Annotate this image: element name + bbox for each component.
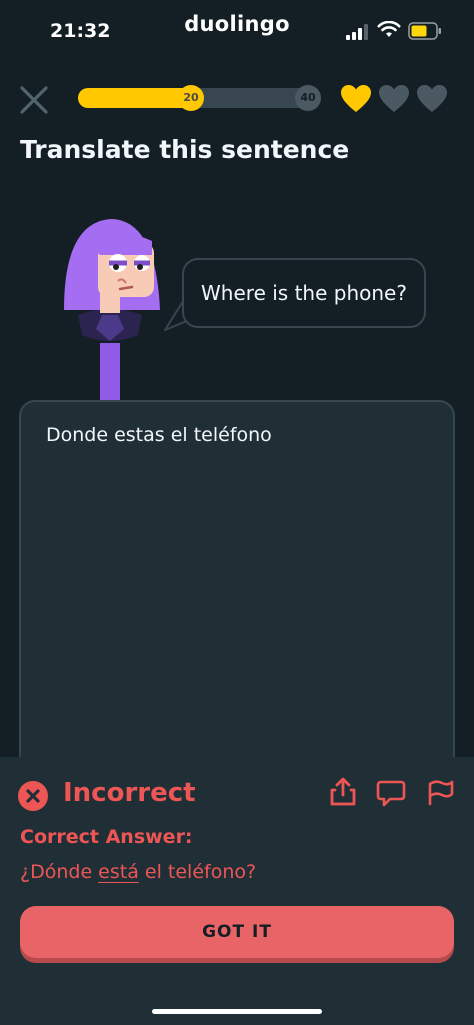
heart-empty-icon [417,85,447,112]
correct-answer-highlight: está [98,861,139,883]
incorrect-x-icon [18,781,48,811]
feedback-status: Incorrect [63,778,196,808]
lesson-progress-bar: 20 40 [78,85,321,111]
flag-icon[interactable] [426,778,454,806]
hearts [340,84,448,114]
speech-bubble[interactable]: Where is the phone? [182,258,426,328]
correct-answer-heading: Correct Answer: [20,826,193,848]
page-title: Translate this sentence [20,135,350,164]
heart-empty-icon [379,85,409,112]
got-it-button[interactable]: GOT IT [20,906,454,958]
signal-icon [346,24,368,40]
lily-character-illustration [64,219,160,405]
user-answer-text: Donde estas el teléfono [46,424,272,446]
correct-answer-part: el teléfono? [138,861,257,883]
comment-icon[interactable] [376,779,406,807]
progress-current-badge: 20 [178,85,204,111]
answer-input[interactable]: Donde estas el teléfono [19,400,455,800]
close-icon[interactable] [18,84,50,116]
correct-answer-part: ¿Dónde [20,861,99,883]
progress-goal-badge: 40 [295,85,321,111]
correct-answer-text: ¿Dónde está el teléfono? [20,861,256,883]
share-icon[interactable] [329,777,357,807]
progress-fill [78,88,191,108]
heart-filled-icon [341,85,371,112]
wifi-icon [377,21,401,37]
prompt-sentence[interactable]: Where is the phone? [184,260,424,326]
home-indicator[interactable] [152,1009,322,1014]
battery-icon [408,22,441,40]
app-brand: duolingo [184,12,290,36]
